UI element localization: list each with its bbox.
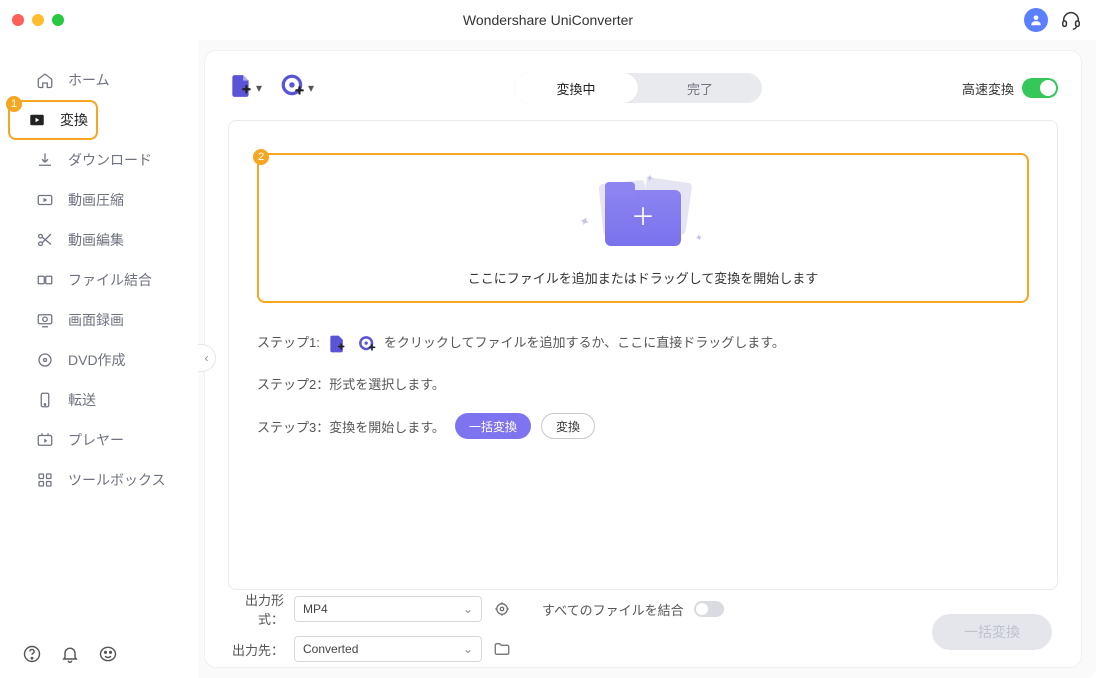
- step-2-text: ステップ2：形式を選択します。: [257, 374, 1029, 393]
- scissors-icon: [36, 231, 54, 249]
- status-tabs: 変換中 完了: [514, 73, 762, 103]
- output-format-value: MP4: [303, 602, 328, 616]
- main-panel: ▾ ▾ 変換中 完了 高速変換: [204, 50, 1082, 668]
- sidebar-item-download[interactable]: ダウンロード: [12, 140, 186, 180]
- tab-done[interactable]: 完了: [638, 73, 762, 103]
- step-1-text: ステップ1: をクリックしてファイルを追加するか、ここに直接ドラッグします。: [257, 331, 1029, 354]
- add-folder-illustration-icon: ✦ ✦ ✦ ＋: [593, 180, 693, 250]
- support-headset-icon[interactable]: [1060, 9, 1082, 31]
- output-dest-label: 出力先：: [228, 640, 284, 659]
- titlebar: Wondershare UniConverter: [0, 0, 1096, 40]
- sidebar-item-label: 転送: [68, 390, 96, 410]
- convert-pill-button[interactable]: 変換: [541, 413, 595, 439]
- sidebar-item-label: 動画編集: [68, 230, 124, 250]
- phone-icon: [36, 391, 54, 409]
- download-icon: [36, 151, 54, 169]
- sidebar-item-dvd[interactable]: DVD作成: [12, 340, 186, 380]
- home-icon: [36, 71, 54, 89]
- add-disc-icon: [280, 73, 306, 104]
- dropzone-text: ここにファイルを追加またはドラッグして変換を開始します: [468, 268, 819, 287]
- sidebar-item-label: ホーム: [68, 70, 110, 90]
- compress-icon: [36, 191, 54, 209]
- add-file-icon: [228, 73, 254, 104]
- sidebar-item-compress[interactable]: 動画圧縮: [12, 180, 186, 220]
- highspeed-label: 高速変換: [962, 79, 1014, 98]
- tab-converting[interactable]: 変換中: [514, 73, 638, 103]
- toolbox-grid-icon: [36, 471, 54, 489]
- add-disc-inline-icon: [354, 331, 380, 354]
- badge-1: 1: [6, 96, 22, 112]
- sidebar-item-home[interactable]: ホーム: [12, 60, 186, 100]
- sidebar-item-label: プレヤー: [68, 430, 124, 450]
- chevron-left-icon: ‹: [205, 351, 209, 365]
- convert-icon: [28, 111, 46, 129]
- disc-icon: [36, 351, 54, 369]
- sidebar-item-label: 動画圧縮: [68, 190, 124, 210]
- highspeed-toggle[interactable]: [1022, 78, 1058, 98]
- sidebar-item-transfer[interactable]: 転送: [12, 380, 186, 420]
- output-format-select[interactable]: MP4 ⌄: [294, 596, 482, 622]
- step-3-text: ステップ3：変換を開始します。: [257, 417, 445, 436]
- batch-convert-pill-button[interactable]: 一括変換: [455, 413, 531, 439]
- sidebar-item-player[interactable]: プレヤー: [12, 420, 186, 460]
- chevron-down-icon: ▾: [256, 81, 262, 95]
- badge-2: 2: [253, 149, 269, 165]
- account-avatar-button[interactable]: [1024, 8, 1048, 32]
- chevron-down-icon: ▾: [308, 81, 314, 95]
- merge-icon: [36, 271, 54, 289]
- merge-all-toggle[interactable]: [694, 601, 724, 617]
- sidebar: ホーム 1 変換 ダウンロード 動画圧縮 動画編集 ファイル結合: [0, 40, 198, 678]
- add-file-inline-icon: [324, 331, 350, 354]
- sidebar-item-label: ファイル結合: [68, 270, 152, 290]
- sidebar-item-merge[interactable]: ファイル結合: [12, 260, 186, 300]
- sidebar-item-label: DVD作成: [68, 350, 126, 370]
- sidebar-item-record[interactable]: 画面録画: [12, 300, 186, 340]
- merge-all-label: すべてのファイルを結合: [542, 600, 684, 619]
- sidebar-item-convert[interactable]: 1 変換: [8, 100, 98, 140]
- sidebar-item-label: 変換: [60, 110, 88, 130]
- minimize-window-button[interactable]: [32, 14, 44, 26]
- close-window-button[interactable]: [12, 14, 24, 26]
- output-format-label: 出力形式：: [228, 590, 284, 628]
- add-disc-button[interactable]: ▾: [280, 73, 314, 104]
- sidebar-item-edit[interactable]: 動画編集: [12, 220, 186, 260]
- open-folder-icon[interactable]: [492, 639, 512, 659]
- add-file-button[interactable]: ▾: [228, 73, 262, 104]
- format-settings-gear-icon[interactable]: [492, 599, 512, 619]
- feedback-face-icon[interactable]: [98, 644, 118, 664]
- sidebar-item-label: ダウンロード: [68, 150, 152, 170]
- chevron-down-icon: ⌄: [463, 642, 473, 656]
- sidebar-item-label: 画面録画: [68, 310, 124, 330]
- help-icon[interactable]: [22, 644, 42, 664]
- dropzone[interactable]: 2 ✦ ✦ ✦ ＋ ここにファイルを追加またはドラッグして変換を開始します: [257, 153, 1029, 303]
- batch-convert-button-disabled: 一括変換: [932, 614, 1052, 650]
- sidebar-item-toolbox[interactable]: ツールボックス: [12, 460, 186, 500]
- output-dest-value: Converted: [303, 642, 358, 656]
- maximize-window-button[interactable]: [52, 14, 64, 26]
- app-title: Wondershare UniConverter: [0, 12, 1096, 28]
- record-icon: [36, 311, 54, 329]
- bell-icon[interactable]: [60, 644, 80, 664]
- bottom-bar: 出力形式： MP4 ⌄ すべてのファイルを結合: [228, 590, 1058, 654]
- output-dest-select[interactable]: Converted ⌄: [294, 636, 482, 662]
- chevron-down-icon: ⌄: [463, 602, 473, 616]
- content-area: 2 ✦ ✦ ✦ ＋ ここにファイルを追加またはドラッグして変換を開始します ステ…: [228, 120, 1058, 590]
- player-icon: [36, 431, 54, 449]
- sidebar-item-label: ツールボックス: [68, 470, 166, 490]
